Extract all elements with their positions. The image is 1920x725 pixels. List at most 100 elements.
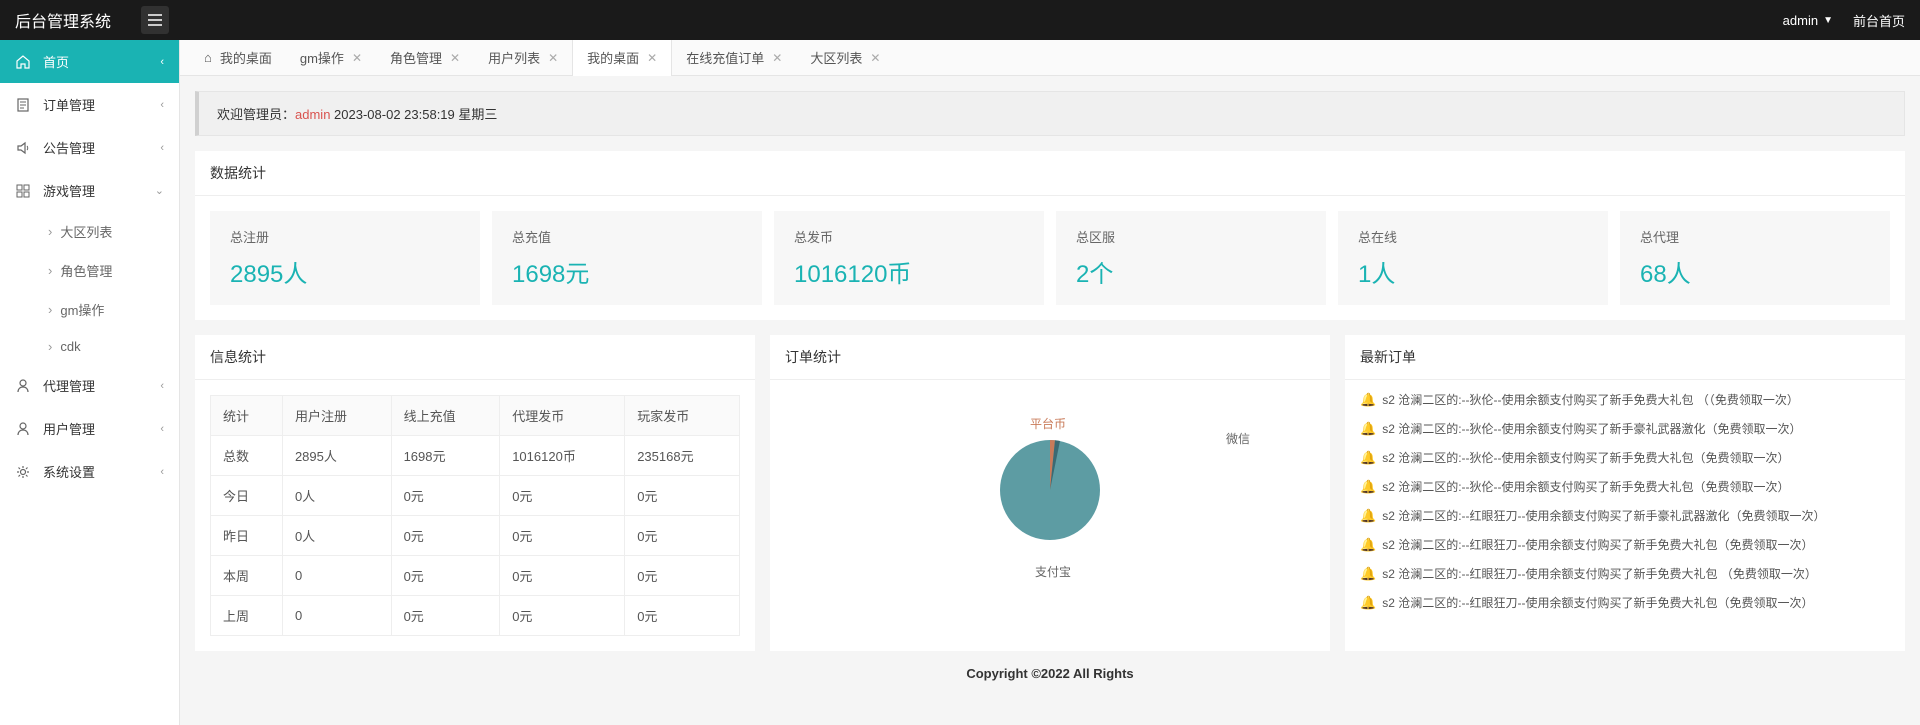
tab-6[interactable]: 大区列表 ✕ <box>796 40 894 76</box>
bell-icon: 🔔 <box>1360 537 1376 553</box>
tab-label: 我的桌面 <box>220 48 272 67</box>
order-item: 🔔 s2 沧澜二区的:--狄伦--使用余额支付购买了新手免费大礼包（免费领取一次） <box>1360 443 1890 472</box>
close-icon[interactable]: ✕ <box>772 51 782 65</box>
bell-icon: 🔔 <box>1360 595 1376 611</box>
bell-icon: 🔔 <box>1360 508 1376 524</box>
tab-5[interactable]: 在线充值订单✕ <box>672 40 796 76</box>
close-icon[interactable]: ✕ <box>352 51 362 65</box>
hamburger-icon <box>148 14 162 26</box>
stat-value: 2个 <box>1076 254 1306 289</box>
table-header: 用户注册 <box>282 396 391 436</box>
close-icon[interactable]: ✕ <box>647 51 657 65</box>
bell-icon: 🔔 <box>1360 450 1376 466</box>
close-icon[interactable]: ✕ <box>450 51 460 65</box>
table-cell: 0人 <box>282 516 391 556</box>
sidebar-sub-gm[interactable]: ›gm操作 <box>0 290 179 329</box>
front-home-link[interactable]: 前台首页 <box>1853 11 1905 30</box>
table-cell: 0 <box>282 596 391 636</box>
table-cell: 0 <box>282 556 391 596</box>
tab-0[interactable]: ⌂我的桌面 <box>190 40 286 76</box>
pie-label-alipay: 支付宝 <box>1035 563 1071 580</box>
stats-panel-title: 数据统计 <box>195 151 1905 196</box>
stat-label: 总区服 <box>1076 227 1306 246</box>
stats-panel: 数据统计 总注册2895人总充值1698元总发币1016120币总区服2个总在线… <box>195 151 1905 320</box>
stat-value: 68人 <box>1640 254 1870 289</box>
table-cell: 0元 <box>391 596 500 636</box>
table-cell: 0元 <box>500 476 625 516</box>
table-cell: 今日 <box>211 476 283 516</box>
table-cell: 0元 <box>625 516 740 556</box>
table-cell: 0元 <box>500 516 625 556</box>
info-stats-panel: 信息统计 统计用户注册线上充值代理发币玩家发币 总数2895人1698元1016… <box>195 335 755 651</box>
pie-label-platform: 平台币 <box>1030 415 1066 432</box>
stat-card-1: 总充值1698元 <box>492 211 762 305</box>
sidebar-item-label: 游戏管理 <box>43 181 95 200</box>
welcome-admin-name: admin <box>295 107 330 122</box>
sidebar-item-orders[interactable]: 订单管理 ‹ <box>0 83 179 126</box>
sidebar-toggle-button[interactable] <box>141 6 169 34</box>
order-text: s2 沧澜二区的:--红眼狂刀--使用余额支付购买了新手免费大礼包 （免费领取一… <box>1382 565 1817 582</box>
tab-2[interactable]: 角色管理 ✕ <box>376 40 474 76</box>
stat-card-3: 总区服 2个 <box>1056 211 1326 305</box>
sidebar-sub-role[interactable]: ›角色管理 <box>0 251 179 290</box>
sidebar-sub-zone-list[interactable]: ›大区列表 <box>0 212 179 251</box>
sidebar-item-label: 代理管理 <box>43 376 95 395</box>
sidebar: 首页 ‹ 订单管理 ‹ 公告管理 ‹ <box>0 40 180 725</box>
order-item: 🔔s2 沧澜二区的:--狄伦--使用余额支付购买了新手免费大礼包 （（免费领取一… <box>1360 385 1890 414</box>
sidebar-item-label: 系统设置 <box>43 462 95 481</box>
stat-label: 总注册 <box>230 227 460 246</box>
sidebar-item-announce[interactable]: 公告管理 ‹ <box>0 126 179 169</box>
table-cell: 0元 <box>391 516 500 556</box>
main-content: 欢迎管理员：admin 2023-08-02 23:58:19 星期三 数据统计… <box>180 76 1920 725</box>
order-item: 🔔s2 沧澜二区的:--狄伦--使用余额支付购买了新手豪礼武器激化（免费领取一次… <box>1360 414 1890 443</box>
stat-value: 1人 <box>1358 254 1588 289</box>
sidebar-item-label: 公告管理 <box>43 138 95 157</box>
sidebar-item-settings[interactable]: 系统设置 ‹ <box>0 450 179 493</box>
table-cell: 235168元 <box>625 436 740 476</box>
stat-card-2: 总发币 1016120币 <box>774 211 1044 305</box>
caret-down-icon: ▼ <box>1823 15 1833 26</box>
stat-label: 总发币 <box>794 227 1024 246</box>
order-stats-title: 订单统计 <box>770 335 1330 380</box>
sidebar-item-agent[interactable]: 代理管理 ‹ <box>0 364 179 407</box>
tab-1[interactable]: gm操作✕ <box>286 40 376 76</box>
bell-icon: 🔔 <box>1360 421 1376 437</box>
close-icon[interactable]: ✕ <box>548 51 558 65</box>
user-menu[interactable]: admin ▼ <box>1783 13 1833 28</box>
stat-value: 1016120币 <box>794 254 1024 289</box>
tab-label: 大区列表 <box>810 48 862 67</box>
bell-icon: 🔔 <box>1360 392 1376 408</box>
username-label: admin <box>1783 13 1818 28</box>
tab-3[interactable]: 用户列表 ✕ <box>474 40 572 76</box>
order-text: s2 沧澜二区的:--红眼狂刀--使用余额支付购买了新手豪礼武器激化（免费领取一… <box>1382 507 1825 524</box>
speaker-icon <box>15 140 31 156</box>
sidebar-item-user[interactable]: 用户管理 ‹ <box>0 407 179 450</box>
tab-label: 用户列表 <box>488 48 540 67</box>
tab-4[interactable]: 我的桌面 ✕ <box>572 40 672 76</box>
info-stats-title: 信息统计 <box>195 335 755 380</box>
stat-label: 总在线 <box>1358 227 1588 246</box>
table-row: 上周00元0元0元 <box>211 596 740 636</box>
sidebar-item-label: 订单管理 <box>43 95 95 114</box>
tab-label: 角色管理 <box>390 48 442 67</box>
document-icon <box>15 97 31 113</box>
sidebar-item-game[interactable]: 游戏管理 ⌄ <box>0 169 179 212</box>
table-cell: 0人 <box>282 476 391 516</box>
chevron-left-icon: ‹ <box>160 142 164 154</box>
close-icon[interactable]: ✕ <box>870 51 880 65</box>
table-cell: 0元 <box>500 596 625 636</box>
order-item: 🔔s2 沧澜二区的:--红眼狂刀--使用余额支付购买了新手免费大礼包（免费领取一… <box>1360 530 1890 559</box>
chevron-left-icon: ‹ <box>160 56 164 68</box>
table-cell: 0元 <box>625 596 740 636</box>
table-cell: 0元 <box>391 476 500 516</box>
tab-label: 我的桌面 <box>587 48 639 67</box>
sidebar-sub-cdk[interactable]: ›cdk <box>0 329 179 364</box>
info-stats-table: 统计用户注册线上充值代理发币玩家发币 总数2895人1698元1016120币2… <box>210 395 740 636</box>
sidebar-item-home[interactable]: 首页 ‹ <box>0 40 179 83</box>
order-text: s2 沧澜二区的:--狄伦--使用余额支付购买了新手免费大礼包（免费领取一次） <box>1382 449 1789 466</box>
table-cell: 2895人 <box>282 436 391 476</box>
bell-icon: 🔔 <box>1360 566 1376 582</box>
order-item: 🔔 s2 沧澜二区的:--红眼狂刀--使用余额支付购买了新手豪礼武器激化（免费领取… <box>1360 501 1890 530</box>
stat-card-5: 总代理68人 <box>1620 211 1890 305</box>
stat-value: 1698元 <box>512 254 742 289</box>
